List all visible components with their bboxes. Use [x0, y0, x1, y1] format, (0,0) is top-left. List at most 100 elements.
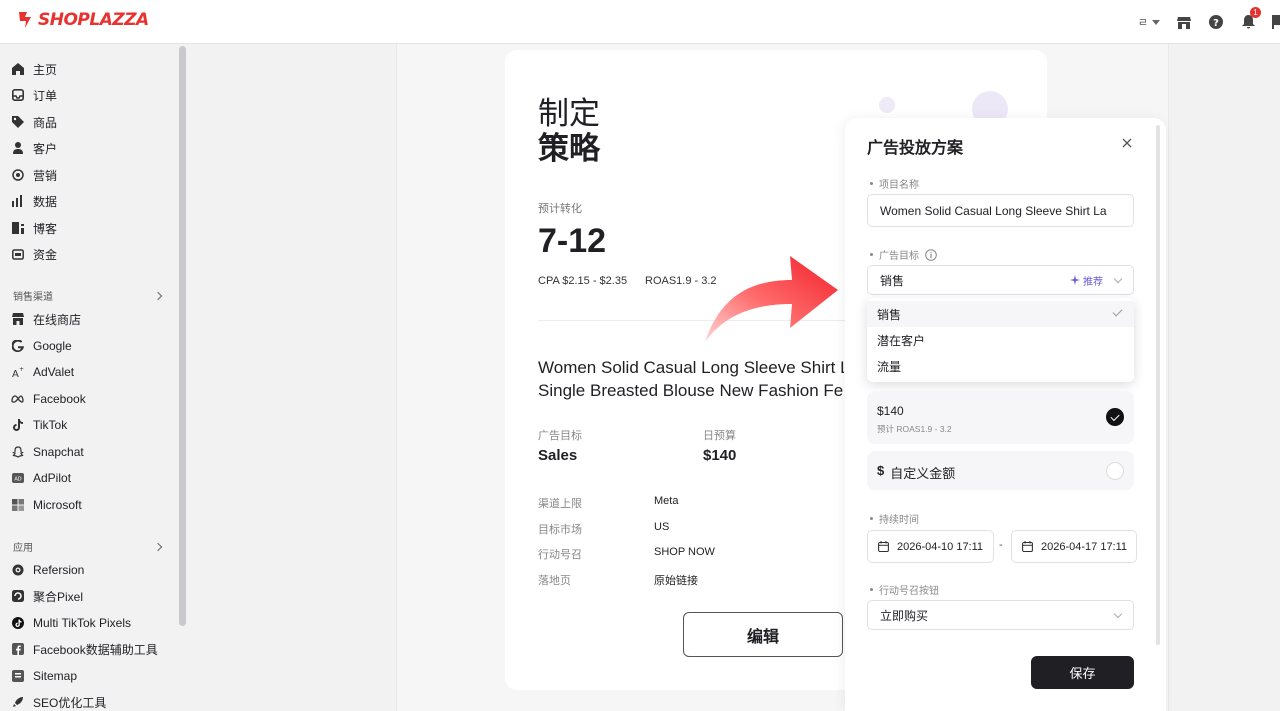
radio-unchecked-icon[interactable]	[1106, 462, 1124, 480]
sidebar-item-facebook[interactable]: Facebook	[11, 387, 86, 411]
duration-label: 持续时间	[870, 511, 919, 526]
advalet-icon: A +	[11, 366, 24, 379]
sidebar-item-label: Microsoft	[33, 498, 82, 512]
notification-button[interactable]: 1	[1232, 7, 1264, 32]
recommend-label: 推荐	[1083, 276, 1103, 288]
svg-text:+: +	[19, 366, 24, 373]
cta-button-label: 行动号召按钮	[870, 582, 939, 597]
wallet-icon	[11, 248, 24, 261]
tiktok-pixel-icon	[11, 617, 24, 630]
close-icon[interactable]	[1120, 136, 1134, 150]
bullet-icon	[870, 517, 873, 520]
date-separator: -	[999, 539, 1003, 551]
sidebar-item-products[interactable]: 商品	[11, 110, 57, 134]
sidebar-item-label: Multi TikTok Pixels	[33, 616, 132, 630]
snapchat-icon	[11, 446, 24, 459]
sidebar-item-label: Refersion	[33, 563, 85, 577]
ad-goal-dropdown: 销售 潜在客户 流量	[867, 298, 1134, 382]
sidebar-item-google[interactable]: Google	[11, 334, 72, 358]
chevron-down-icon	[1152, 19, 1160, 25]
sidebar-item-label: 在线商店	[33, 312, 82, 327]
sidebar-item-label: Snapchat	[33, 445, 84, 459]
shoplazza-logo-icon	[19, 12, 31, 28]
calendar-icon	[1022, 541, 1033, 552]
sidebar-item-seo-tool[interactable]: SEO优化工具	[11, 690, 106, 711]
budget-amount: $140	[877, 404, 904, 418]
detail-label: 目标市场	[538, 524, 582, 536]
sidebar-item-advalet[interactable]: A + AdValet	[11, 360, 75, 384]
brand-logo[interactable]: SHOPLAZZA	[16, 10, 149, 30]
save-button[interactable]: 保存	[1031, 656, 1134, 689]
sidebar-item-label: 聚合Pixel	[33, 589, 84, 604]
sidebar-item-microsoft[interactable]: Microsoft	[11, 493, 82, 517]
svg-text:A: A	[12, 369, 19, 378]
sparkle-icon	[1070, 275, 1080, 285]
sidebar-item-online-store[interactable]: 在线商店	[11, 307, 81, 331]
sidebar-item-customers[interactable]: 客户	[11, 136, 57, 160]
sidebar-section-sales-channels[interactable]: 销售渠道	[13, 288, 163, 303]
help-icon: ?	[1209, 15, 1223, 29]
top-bar: SHOPLAZZA ㄹ ? 1	[0, 0, 1280, 44]
flag-icon	[1272, 15, 1280, 29]
radio-checked-icon[interactable]	[1106, 408, 1124, 426]
budget-option-custom[interactable]: $ 自定义金额	[867, 451, 1134, 490]
option-label: 流量	[877, 359, 902, 374]
cta-select[interactable]: 立即购买	[867, 600, 1134, 630]
pointer-arrow-icon	[705, 256, 838, 342]
ad-goal-select[interactable]: 销售 推荐	[867, 265, 1134, 295]
sidebar-item-label: SEO优化工具	[33, 695, 107, 710]
sidebar-item-marketing[interactable]: 营销	[11, 163, 57, 187]
sidebar-item-label: 营销	[33, 168, 58, 183]
sidebar-item-facebook-data-tool[interactable]: Facebook数据辅助工具	[11, 637, 158, 661]
sidebar-item-label: Google	[33, 339, 72, 353]
sidebar-section-apps[interactable]: 应用	[13, 539, 163, 554]
language-selector[interactable]: ㄹ	[1138, 14, 1160, 30]
ad-goal-option-traffic[interactable]: 流量	[867, 353, 1134, 379]
tag-icon	[11, 116, 24, 129]
help-button[interactable]: ?	[1200, 12, 1232, 32]
pixel-icon	[11, 590, 24, 603]
field-label: 持续时间	[879, 515, 919, 526]
store-icon	[11, 313, 24, 326]
edit-button[interactable]: 编辑	[683, 612, 843, 657]
sidebar-item-label: Facebook数据辅助工具	[33, 642, 158, 657]
sidebar-item-tiktok[interactable]: TikTok	[11, 413, 67, 437]
budget-roas-estimate: 预计 ROAS1.9 - 3.2	[877, 424, 952, 434]
end-date-picker[interactable]: 2026-04-17 17:11	[1011, 530, 1137, 563]
chevron-right-icon	[153, 542, 163, 551]
store-button[interactable]	[1168, 12, 1200, 32]
messages-button[interactable]	[1264, 12, 1280, 32]
decorative-bubble	[879, 97, 895, 113]
detail-value: US	[654, 521, 670, 533]
notification-badge: 1	[1250, 7, 1261, 18]
sidebar-item-sitemap[interactable]: Sitemap	[11, 664, 77, 688]
ad-goal-option-leads[interactable]: 潜在客户	[867, 327, 1134, 353]
start-date-picker[interactable]: 2026-04-10 17:11	[867, 530, 994, 563]
panel-scrollbar[interactable]	[1156, 125, 1160, 645]
sidebar-item-finance[interactable]: 资金	[11, 242, 57, 266]
sidebar-item-orders[interactable]: 订单	[11, 83, 57, 107]
sidebar-item-refersion[interactable]: Refersion	[11, 558, 84, 582]
sidebar-scrollbar[interactable]	[179, 46, 186, 626]
calendar-icon	[878, 541, 889, 552]
info-icon[interactable]	[925, 248, 937, 261]
sidebar-item-label: 客户	[33, 141, 58, 156]
sidebar-item-blog[interactable]: 博客	[11, 216, 57, 240]
budget-option-recommended[interactable]: $140 预计 ROAS1.9 - 3.2	[867, 391, 1134, 444]
bar-chart-icon	[11, 195, 24, 208]
sidebar-item-analytics[interactable]: 数据	[11, 189, 57, 213]
start-date-value: 2026-04-10 17:11	[897, 540, 984, 553]
field-label: 行动号召按钮	[879, 586, 939, 597]
project-name-input[interactable]: Women Solid Casual Long Sleeve Shirt La	[867, 194, 1134, 227]
sidebar-item-home[interactable]: 主页	[11, 57, 57, 81]
sidebar-item-multi-tiktok-pixels[interactable]: Multi TikTok Pixels	[11, 611, 131, 635]
sidebar-item-snapchat[interactable]: Snapchat	[11, 440, 84, 464]
sidebar-item-pixel[interactable]: 聚合Pixel	[11, 584, 83, 608]
daily-budget-label: 日预算	[703, 430, 736, 442]
microsoft-icon	[11, 499, 24, 512]
svg-text:?: ?	[1213, 18, 1219, 29]
sidebar-item-adpilot[interactable]: AD AdPilot	[11, 466, 71, 490]
ad-goal-option-sales[interactable]: 销售	[867, 301, 1134, 327]
sitemap-icon	[11, 670, 24, 683]
detail-label: 渠道上限	[538, 498, 582, 510]
